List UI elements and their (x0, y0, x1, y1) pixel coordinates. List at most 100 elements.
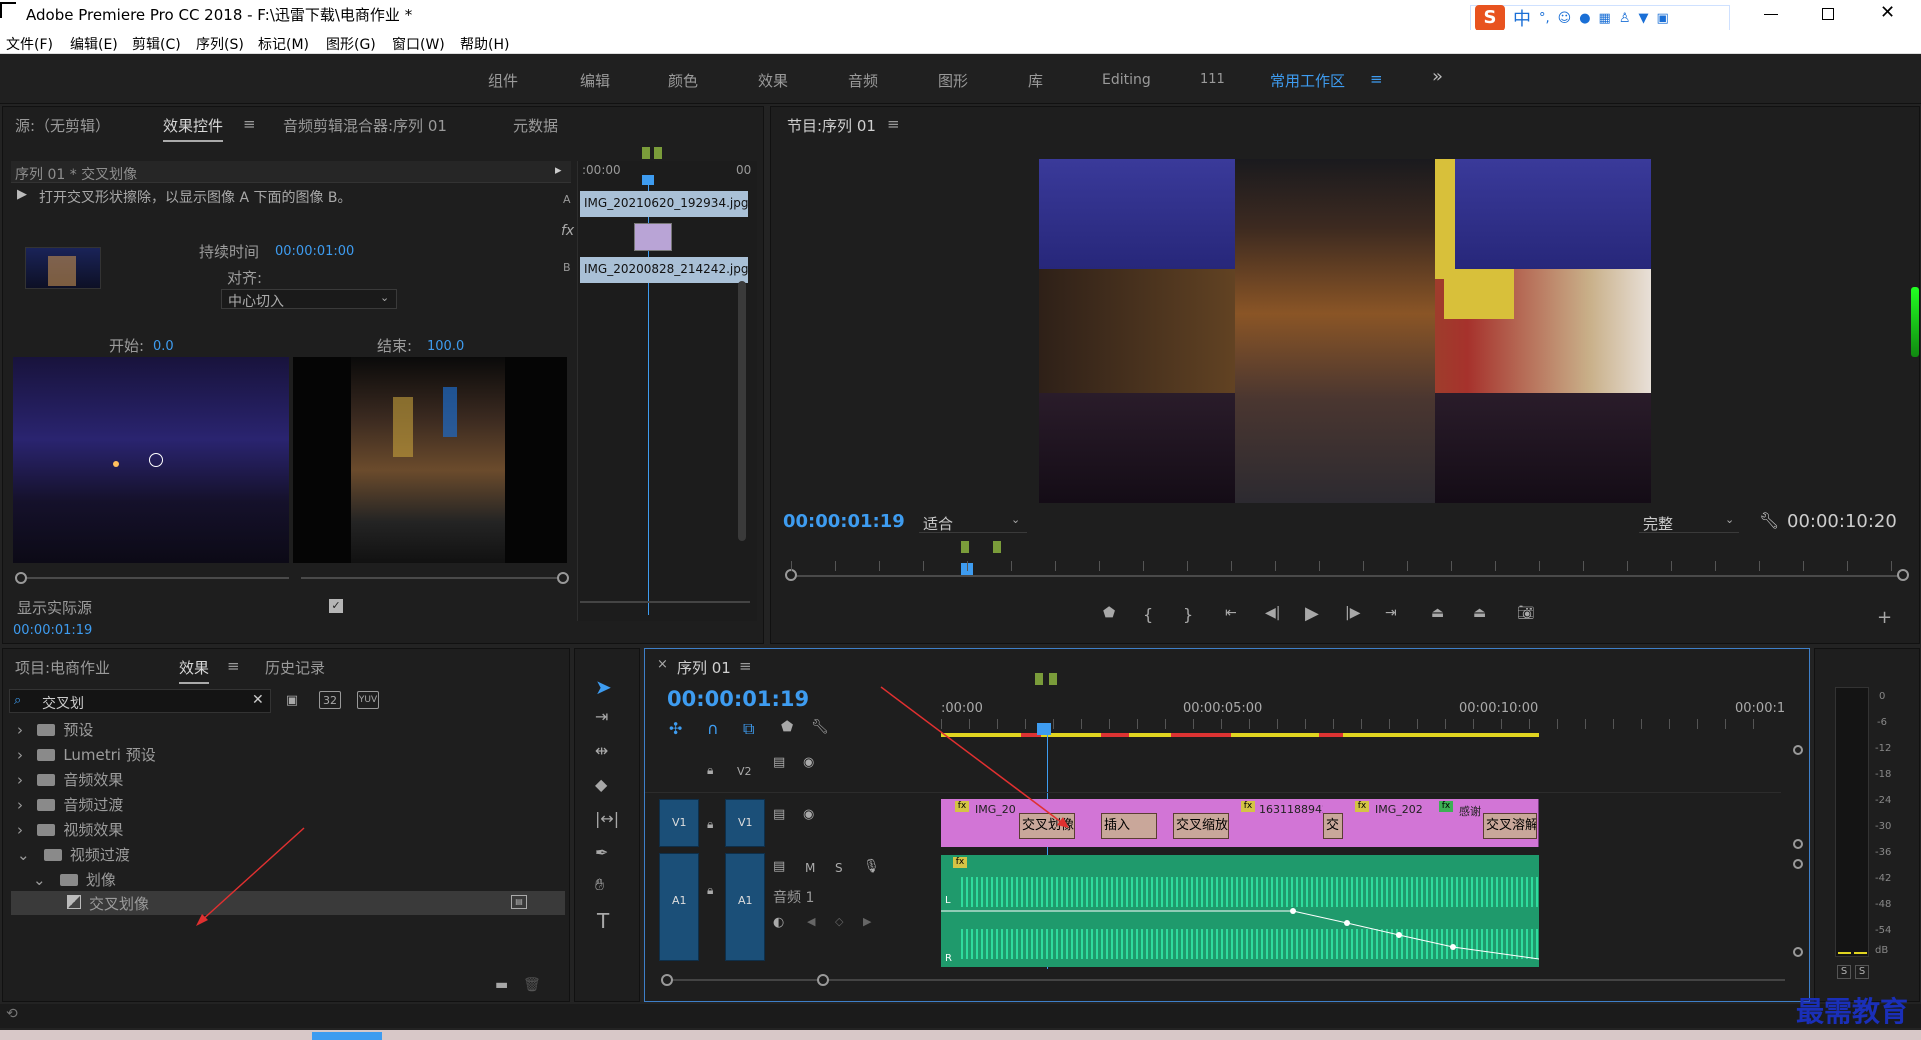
tab-history[interactable]: 历史记录 (265, 657, 325, 678)
close-sequence-icon[interactable]: × (657, 657, 668, 672)
tree-item-lumetri[interactable]: › Lumetri 预设 (17, 744, 156, 768)
go-to-in-icon[interactable]: ⇤ (1225, 605, 1237, 621)
tab-project[interactable]: 项目:电商作业 (15, 657, 110, 678)
workspace-tab[interactable]: 效果 (758, 70, 788, 91)
emoji-icon[interactable]: ☺ (1558, 11, 1572, 26)
add-marker-icon[interactable]: ⬟ (1103, 605, 1115, 621)
zoom-handle-left[interactable] (661, 974, 673, 986)
timeline-timecode[interactable]: 00:00:01:19 (667, 687, 809, 711)
32bit-effects-icon[interactable]: 32 (319, 691, 341, 709)
hand-tool-icon[interactable]: ✋︎ (595, 875, 604, 895)
transition-clip[interactable]: 交叉缩放 (1173, 813, 1229, 839)
keyboard-icon[interactable]: ▦ (1599, 11, 1611, 26)
film-icon[interactable]: ▤ (773, 755, 785, 770)
sync-icon[interactable]: ⟲ (6, 1006, 18, 1022)
tab-menu-icon[interactable]: ≡ (243, 115, 256, 133)
solo-right-button[interactable]: S (1855, 965, 1869, 979)
menu-edit[interactable]: 编辑(E) (70, 34, 118, 54)
grid-icon[interactable]: ▣ (1657, 11, 1669, 26)
tree-item-presets[interactable]: › 预设 (17, 719, 93, 743)
lock-icon[interactable]: 🔒︎ (707, 763, 713, 778)
align-dropdown[interactable]: 中心切入 ⌄ (221, 289, 397, 310)
tree-item-audio-transitions[interactable]: › 音频过渡 (17, 794, 123, 818)
add-keyframe-icon[interactable]: ◇ (835, 915, 843, 928)
sequence-tab[interactable]: 序列 01 (677, 657, 731, 678)
program-menu-icon[interactable]: ≡ (887, 115, 900, 133)
mini-playhead-handle[interactable] (642, 175, 654, 185)
workspace-tab[interactable]: 图形 (938, 70, 968, 91)
transition-clip[interactable]: 交 (1323, 813, 1343, 839)
eye-icon[interactable]: ◉ (803, 807, 814, 822)
end-slider[interactable] (301, 577, 563, 579)
more-workspaces-icon[interactable]: » (1432, 66, 1443, 87)
mini-scrollbar[interactable] (738, 281, 746, 541)
zoom-handle-right[interactable] (817, 974, 829, 986)
track-header-v1[interactable]: V1 (725, 799, 765, 847)
sequence-menu-icon[interactable]: ≡ (739, 657, 752, 675)
yuv-effects-icon[interactable]: YUV (357, 691, 379, 709)
scroll-handle[interactable] (1793, 745, 1803, 755)
audio-clip[interactable]: fx L R (941, 855, 1539, 967)
tree-item-video-effects[interactable]: › 视频效果 (17, 819, 123, 843)
scroll-handle[interactable] (1793, 859, 1803, 869)
workspace-tab[interactable]: 库 (1028, 70, 1043, 91)
mini-zoom-bar[interactable] (580, 601, 750, 603)
timeline-settings-icon[interactable]: 🔧︎ (811, 719, 829, 735)
center-handle[interactable] (149, 453, 163, 467)
end-value[interactable]: 100.0 (427, 339, 464, 354)
tab-menu-icon[interactable]: ≡ (227, 657, 240, 675)
eye-icon[interactable]: ◉ (803, 755, 814, 770)
accelerated-effects-icon[interactable]: ▣ (283, 691, 301, 709)
solo-left-button[interactable]: S (1837, 965, 1851, 979)
volume-rubberband[interactable] (941, 855, 1539, 967)
start-slider[interactable] (21, 577, 289, 579)
mic-icon[interactable]: 🎙︎ (863, 859, 880, 874)
tree-item-video-transitions[interactable]: ⌄ 视频过渡 (17, 844, 130, 868)
track-target-v1[interactable]: V1 (659, 799, 699, 847)
menu-clip[interactable]: 剪辑(C) (132, 34, 181, 54)
start-slider-handle[interactable] (15, 572, 27, 584)
maximize-icon[interactable] (1822, 8, 1834, 20)
step-forward-icon[interactable]: |▶ (1345, 605, 1360, 621)
tab-metadata[interactable]: 元数据 (513, 115, 558, 136)
close-icon[interactable]: ✕ (1880, 2, 1895, 23)
wrench-icon[interactable]: 🔧︎ (1759, 511, 1779, 530)
ripple-edit-tool-icon[interactable]: ⇹ (595, 741, 608, 760)
prev-keyframe-icon[interactable]: ◀ (807, 915, 815, 928)
menu-graphics[interactable]: 图形(G) (326, 34, 376, 54)
play-triangle-icon[interactable]: ▸ (555, 163, 562, 178)
delete-icon[interactable]: 🗑︎ (523, 977, 541, 993)
workspace-menu-icon[interactable]: ≡ (1370, 70, 1383, 88)
show-actual-checkbox[interactable]: ✓ (329, 599, 343, 613)
punct-icon[interactable]: °, (1539, 11, 1550, 26)
ime-toolbar[interactable]: S 中 °, ☺ ● ▦ ♙ ▼ ▣ (1470, 5, 1730, 31)
mic-icon[interactable]: ● (1579, 11, 1590, 26)
step-back-icon[interactable]: ◀| (1265, 605, 1280, 621)
menu-sequence[interactable]: 序列(S) (196, 34, 244, 54)
effects-search-input[interactable]: ⌕ 交叉划 ✕ (9, 689, 271, 713)
workspace-tab-active[interactable]: 常用工作区 (1270, 70, 1345, 91)
menu-file[interactable]: 文件(F) (6, 34, 53, 54)
workspace-tab[interactable]: 颜色 (668, 70, 698, 91)
transition-block[interactable] (634, 223, 672, 251)
program-timecode[interactable]: 00:00:01:19 (783, 511, 905, 532)
menu-help[interactable]: 帮助(H) (460, 34, 509, 54)
lift-icon[interactable]: ⏏ (1431, 605, 1444, 621)
track-header-a1[interactable]: A1 (725, 853, 765, 961)
snap-icon[interactable]: ✣ (669, 719, 682, 738)
scroll-handle[interactable] (1793, 839, 1803, 849)
skin-icon[interactable]: ▼ (1639, 11, 1649, 26)
magnet-icon[interactable]: ∩ (707, 719, 719, 738)
track-target-a1[interactable]: A1 (659, 853, 699, 961)
quality-dropdown[interactable]: 完整 ⌄ (1639, 511, 1739, 533)
solo-button[interactable]: S (835, 861, 843, 875)
workspace-tab[interactable]: 111 (1200, 72, 1225, 87)
linked-selection-icon[interactable]: ⧉ (743, 719, 754, 739)
tree-item-audio-effects[interactable]: › 音频效果 (17, 769, 123, 793)
play-icon[interactable]: ▶ (1305, 603, 1319, 624)
film-icon[interactable]: ▤ (773, 807, 785, 822)
transition-clip[interactable]: 插入 (1101, 813, 1157, 839)
track-select-tool-icon[interactable]: ⇥ (595, 707, 608, 726)
menu-marker[interactable]: 标记(M) (258, 34, 309, 54)
extract-icon[interactable]: ⏏ (1473, 605, 1486, 621)
